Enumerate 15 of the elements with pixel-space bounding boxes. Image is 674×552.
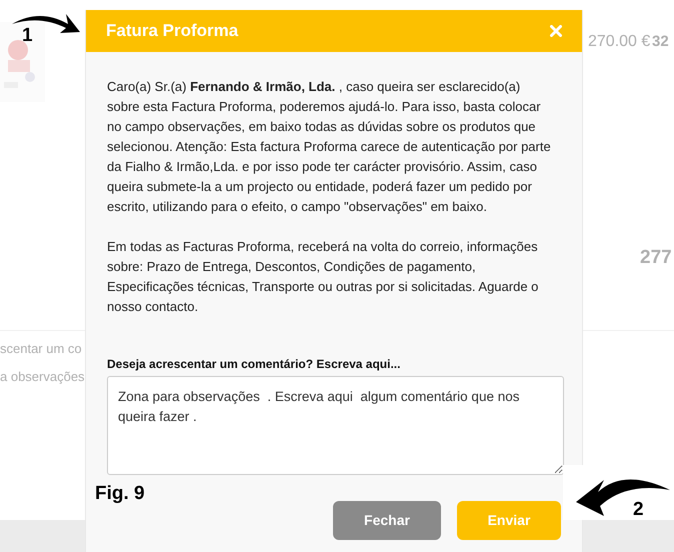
annotation-number: 1 bbox=[22, 24, 33, 48]
paragraph: Caro(a) Sr.(a) Fernando & Irmão, Lda. , caso queira ser esclarecido(a) sobre esta Factura Proforma, poderemos ajudá-lo. Para isso, basta colocar no campo observações, em baixo todas as dúvidas sobre os produtos que selecionou. Atenção: Esta factura Proforma carece de autenticação por parte da Fialho & Irmão,Lda. e por isso pode ter carácter provisório. Assim, caso queira submete-la a um projecto ou entidade, poderá fazer um pedido por escrito, utilizando para o efeito, o campo "observações" em baixo. bbox=[107, 78, 552, 216]
dialog-title: Fatura Proforma bbox=[106, 20, 238, 42]
label-text: scentar um co bbox=[0, 340, 82, 358]
figure-caption: Fig. 9 bbox=[95, 482, 145, 506]
total-text: 277 bbox=[640, 246, 672, 270]
comment-field[interactable]: Zona para observações . Escreva aqui algum comentário que nos queira fazer . bbox=[107, 376, 564, 475]
price-text: 270.00 € bbox=[588, 32, 650, 52]
field-label: Deseja acrescentar um comentário? Escreva aqui... bbox=[107, 356, 402, 373]
note-text: a observações bbox=[0, 368, 85, 386]
price-text: 32 bbox=[652, 32, 669, 52]
close-button[interactable]: Fechar bbox=[333, 501, 441, 540]
close-icon[interactable] bbox=[550, 25, 562, 37]
paragraph: Em todas as Facturas Proforma, receberá na volta do correio, informações sobre: Prazo de Entrega, Descontos, Condições de pagamento, Especificações técnicas, Transporte ou outras por si solicitadas. Aguarde o nosso contacto. bbox=[107, 238, 540, 316]
annotation-number: 2 bbox=[633, 498, 644, 522]
